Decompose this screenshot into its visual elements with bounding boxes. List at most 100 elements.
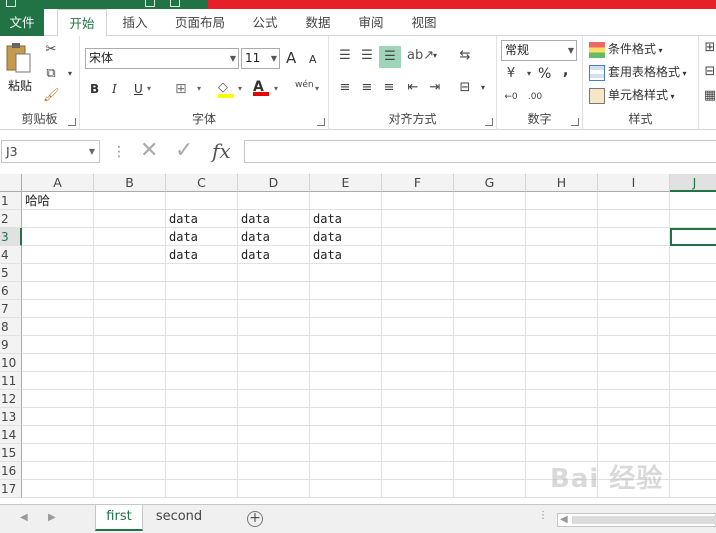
cell-C9[interactable] [166,336,238,354]
clipboard-launcher-icon[interactable] [68,118,76,126]
cell-E10[interactable] [310,354,382,372]
cell-J10[interactable] [670,354,716,372]
cell-A11[interactable] [22,372,94,390]
fill-color-dropdown-icon[interactable]: ▾ [238,80,242,100]
phonetic-icon[interactable]: wén [295,76,314,96]
cell-styles-button[interactable]: 单元格样式 ▾ [589,86,675,106]
cell-D7[interactable] [238,300,310,318]
cell-J14[interactable] [670,426,716,444]
cell-J13[interactable] [670,408,716,426]
cell-D6[interactable] [238,282,310,300]
cell-J17[interactable] [670,480,716,498]
cell-F6[interactable] [382,282,454,300]
cell-G7[interactable] [454,300,526,318]
cell-I7[interactable] [598,300,670,318]
row-header-11[interactable]: 11 [0,372,22,390]
cell-H8[interactable] [526,318,598,336]
font-color-icon[interactable]: A [253,78,269,98]
cell-C11[interactable] [166,372,238,390]
cell-C12[interactable] [166,390,238,408]
name-box[interactable]: J3 ▼ [1,140,100,163]
cell-C15[interactable] [166,444,238,462]
prev-sheet-icon[interactable]: ◀ [20,512,28,523]
scroll-thumb[interactable] [572,516,716,524]
cell-G15[interactable] [454,444,526,462]
cancel-entry-icon[interactable]: ✕ [140,138,158,164]
cell-I12[interactable] [598,390,670,408]
cell-H7[interactable] [526,300,598,318]
cell-G14[interactable] [454,426,526,444]
cell-J7[interactable] [670,300,716,318]
cell-A6[interactable] [22,282,94,300]
row-header-13[interactable]: 13 [0,408,22,426]
cell-I2[interactable] [598,210,670,228]
cell-J11[interactable] [670,372,716,390]
cell-F11[interactable] [382,372,454,390]
cell-D13[interactable] [238,408,310,426]
horizontal-scrollbar[interactable]: ◀ [557,513,716,527]
grow-font-button[interactable]: A [286,49,296,69]
cell-B10[interactable] [94,354,166,372]
cell-H1[interactable] [526,192,598,210]
tab-data[interactable]: 数据 [298,9,338,36]
cell-G13[interactable] [454,408,526,426]
cell-H14[interactable] [526,426,598,444]
format-painter-icon[interactable]: 🖌 [43,88,60,104]
tab-view[interactable]: 视图 [404,9,444,36]
sheet-tab-second[interactable]: second [145,505,213,531]
cell-F9[interactable] [382,336,454,354]
row-header-10[interactable]: 10 [0,354,22,372]
cell-H12[interactable] [526,390,598,408]
cut-icon[interactable]: ✂ [43,42,59,58]
decrease-indent-icon[interactable]: ⇤ [405,80,421,96]
cell-F1[interactable] [382,192,454,210]
row-header-3[interactable]: 3 [0,228,22,246]
cell-I8[interactable] [598,318,670,336]
add-sheet-icon[interactable]: + [247,511,263,527]
cell-F4[interactable] [382,246,454,264]
cell-B4[interactable] [94,246,166,264]
tab-formulas[interactable]: 公式 [245,9,285,36]
cell-I6[interactable] [598,282,670,300]
cell-I3[interactable] [598,228,670,246]
cell-D17[interactable] [238,480,310,498]
cell-C10[interactable] [166,354,238,372]
cell-F5[interactable] [382,264,454,282]
percent-button[interactable]: % [538,65,551,85]
cell-B1[interactable] [94,192,166,210]
delete-cells-icon[interactable]: ⊟ [702,64,716,80]
align-left-icon[interactable]: ≡ [337,80,353,96]
font-size-select[interactable]: 11 ▼ [241,48,280,69]
cell-D1[interactable] [238,192,310,210]
cell-G10[interactable] [454,354,526,372]
cell-D4[interactable]: data [238,246,310,264]
cell-F3[interactable] [382,228,454,246]
cell-F16[interactable] [382,462,454,480]
font-color-dropdown-icon[interactable]: ▾ [274,80,278,100]
cell-G16[interactable] [454,462,526,480]
cell-B15[interactable] [94,444,166,462]
merge-center-icon[interactable]: ⊟ [457,80,473,96]
column-header-C[interactable]: C [166,174,238,192]
cell-I5[interactable] [598,264,670,282]
cell-G11[interactable] [454,372,526,390]
cell-C7[interactable] [166,300,238,318]
cell-E2[interactable]: data [310,210,382,228]
cell-D5[interactable] [238,264,310,282]
cell-D14[interactable] [238,426,310,444]
cell-F10[interactable] [382,354,454,372]
tab-file[interactable]: 文件 [0,9,44,36]
cell-C16[interactable] [166,462,238,480]
cell-E16[interactable] [310,462,382,480]
cell-A14[interactable] [22,426,94,444]
cell-B9[interactable] [94,336,166,354]
cell-E12[interactable] [310,390,382,408]
row-header-6[interactable]: 6 [0,282,22,300]
number-launcher-icon[interactable] [571,118,579,126]
cell-E15[interactable] [310,444,382,462]
format-cells-icon[interactable]: ▦ [702,88,716,104]
cell-D16[interactable] [238,462,310,480]
cell-A10[interactable] [22,354,94,372]
insert-function-icon[interactable]: fx [212,138,231,164]
cell-A9[interactable] [22,336,94,354]
